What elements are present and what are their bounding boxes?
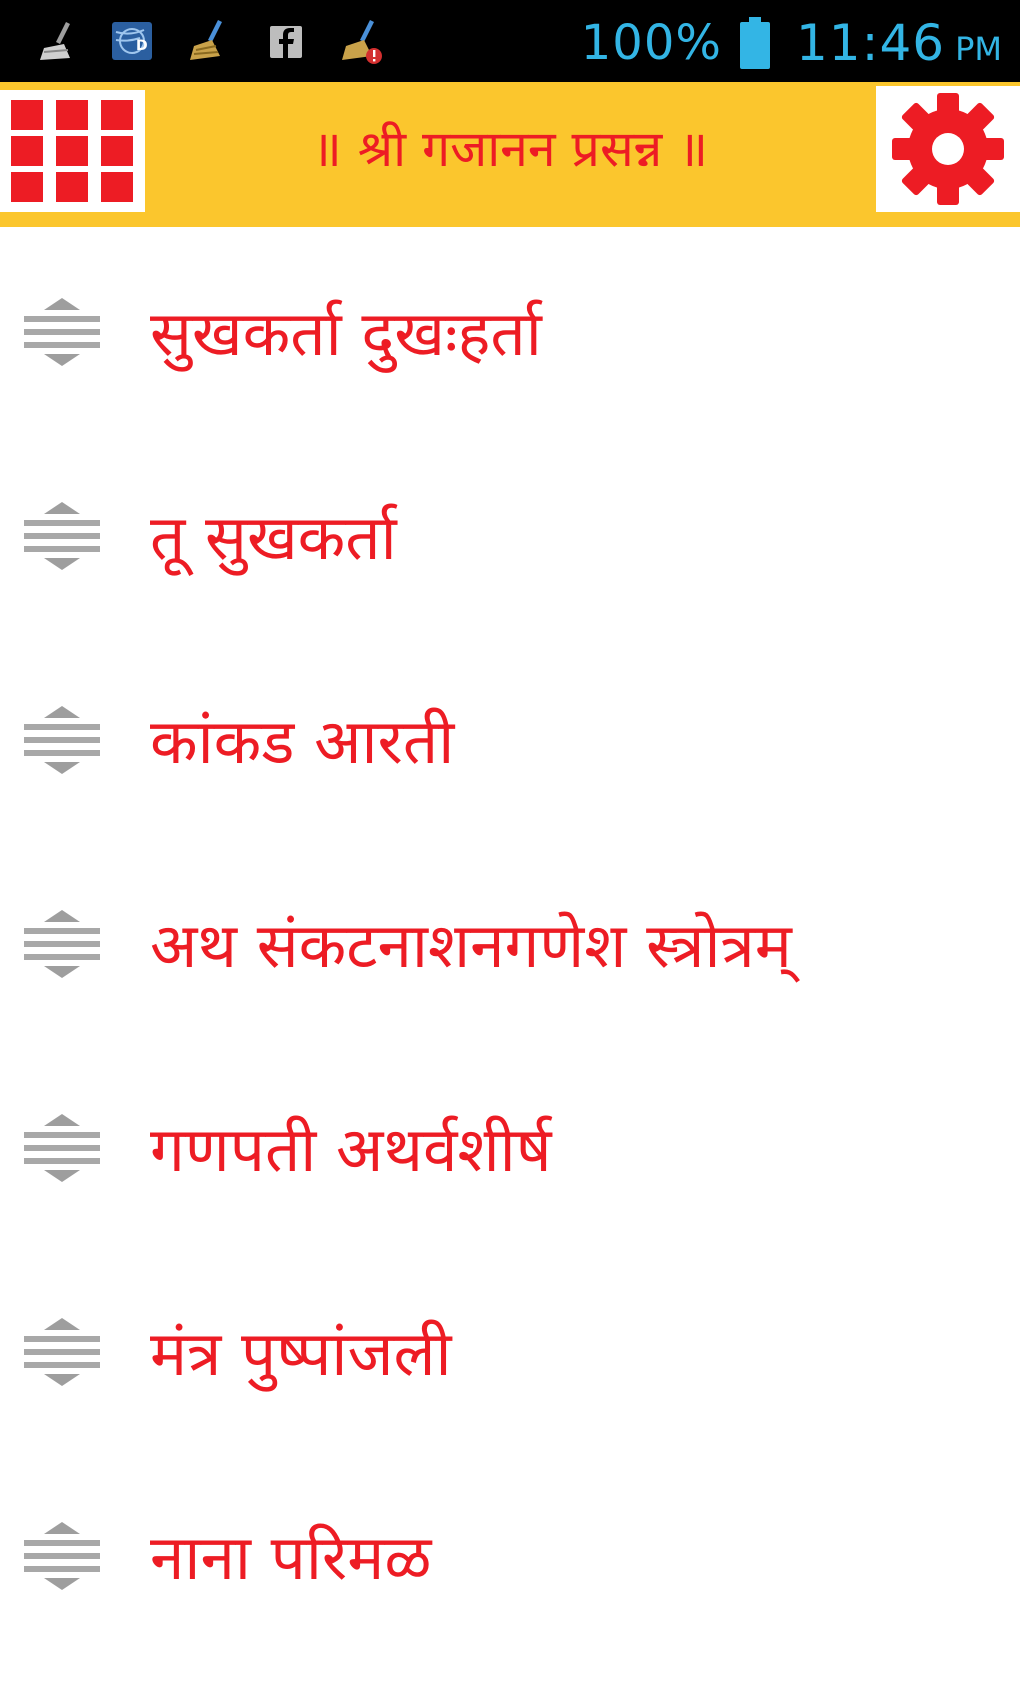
drag-handle-icon[interactable]	[22, 1108, 102, 1188]
battery-icon	[740, 17, 770, 69]
svg-text:D: D	[136, 38, 148, 54]
drag-handle-icon[interactable]	[22, 496, 102, 576]
list-item-label: सुखकर्ता दुखःहर्ता	[150, 297, 542, 370]
list-item[interactable]: कांकड आरती	[0, 638, 1020, 842]
list-item-label: गणपती अथर्वशीर्ष	[150, 1113, 552, 1186]
settings-button[interactable]	[876, 86, 1020, 212]
list-item-label: नाना परिमळ	[150, 1521, 432, 1594]
list-item[interactable]: सुखकर्ता दुखःहर्ता	[0, 230, 1020, 434]
list-item-label: तू सुखकर्ता	[150, 501, 397, 574]
drag-handle-icon[interactable]	[22, 1312, 102, 1392]
list-item[interactable]: नाना परिमळ	[0, 1454, 1020, 1658]
list-item-label: मंत्र पुष्पांजली	[150, 1317, 452, 1390]
battery-percent: 100%	[580, 15, 722, 71]
facebook-icon	[270, 26, 302, 58]
grid-menu-button[interactable]	[0, 90, 145, 212]
song-list: सुखकर्ता दुखःहर्ता तू सुखकर्ता कांकड आरत…	[0, 230, 1020, 1658]
broom-alert-icon	[342, 20, 382, 64]
drag-handle-icon[interactable]	[22, 1516, 102, 1596]
cleaner-icon	[40, 22, 70, 60]
list-item[interactable]: अथ संकटनाशनगणेश स्त्रोत्रम्	[0, 842, 1020, 1046]
status-right: 100% 11:46 PM	[581, 8, 1002, 78]
clock-time: 11:46	[796, 14, 946, 72]
app-header: ॥ श्री गजानन प्रसन्न ॥	[0, 82, 1020, 227]
status-bar: D 100% 11:46 PM	[0, 0, 1020, 82]
clock-ampm: PM	[955, 30, 1002, 68]
notification-app-icon: D	[112, 22, 152, 60]
page-title: ॥ श्री गजानन प्रसन्न ॥	[311, 120, 709, 178]
broom-icon	[190, 20, 222, 60]
drag-handle-icon[interactable]	[22, 292, 102, 372]
list-item[interactable]: मंत्र पुष्पांजली	[0, 1250, 1020, 1454]
drag-handle-icon[interactable]	[22, 904, 102, 984]
list-item-label: कांकड आरती	[150, 705, 455, 778]
list-item[interactable]: तू सुखकर्ता	[0, 434, 1020, 638]
gear-icon	[892, 93, 1004, 205]
list-item[interactable]: गणपती अथर्वशीर्ष	[0, 1046, 1020, 1250]
list-item-label: अथ संकटनाशनगणेश स्त्रोत्रम्	[150, 909, 792, 982]
drag-handle-icon[interactable]	[22, 700, 102, 780]
